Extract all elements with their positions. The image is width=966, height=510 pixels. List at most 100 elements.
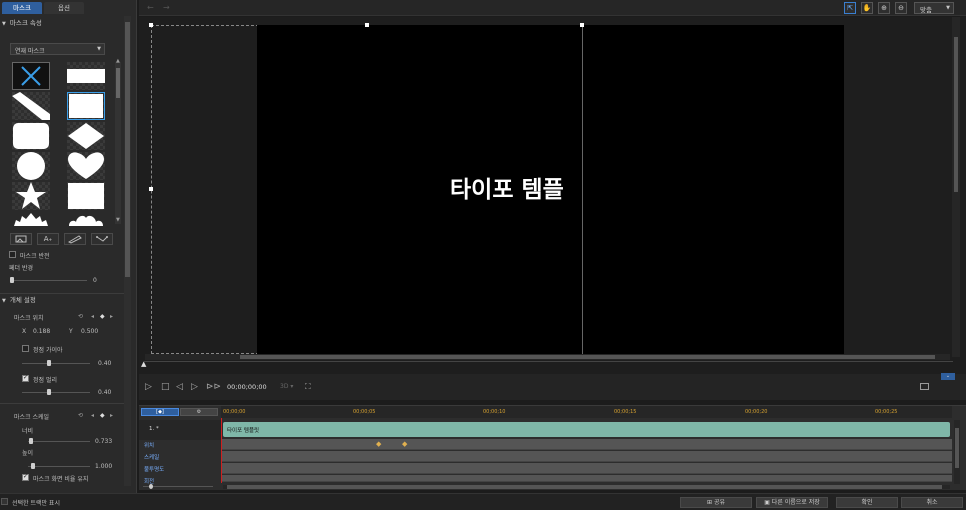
save-as-button[interactable]: ▣ 다른 이름으로 저장 bbox=[756, 497, 828, 508]
preview-canvas[interactable]: 타이포 템플 bbox=[257, 25, 844, 354]
preview-horizontal-scrollbar[interactable] bbox=[145, 354, 950, 360]
settings-button[interactable]: ⚙ bbox=[180, 408, 218, 416]
fast-forward-icon[interactable]: ⊳⊳ bbox=[206, 382, 221, 392]
collapse-icon[interactable]: ⌄ bbox=[941, 373, 955, 380]
resize-handle[interactable] bbox=[365, 23, 369, 27]
snap-checkbox[interactable] bbox=[22, 345, 29, 352]
tab-mask[interactable]: 마스크 bbox=[2, 2, 42, 14]
keyframe-marker[interactable]: ◆ bbox=[402, 440, 407, 448]
resize-handle[interactable] bbox=[580, 23, 584, 27]
keyframe-mode-button[interactable]: [◆] bbox=[141, 408, 179, 416]
next-frame-icon[interactable]: ▷ bbox=[191, 382, 198, 392]
time-ruler[interactable] bbox=[221, 406, 952, 418]
width-slider[interactable] bbox=[28, 441, 90, 442]
mask-shape-star[interactable] bbox=[12, 182, 50, 210]
resize-handle[interactable] bbox=[149, 187, 153, 191]
keyframe-marker[interactable]: ◆ bbox=[376, 440, 381, 448]
timeline-zoom-slider[interactable] bbox=[139, 484, 221, 489]
playhead[interactable] bbox=[221, 418, 222, 483]
prev-keyframe-icon[interactable]: ◂ bbox=[91, 313, 94, 320]
timeline-horizontal-scroll-thumb[interactable] bbox=[227, 485, 942, 489]
keyframe-track-opacity[interactable] bbox=[221, 463, 952, 474]
timeline-scrubber[interactable] bbox=[144, 361, 953, 362]
mask-shape-burst[interactable] bbox=[12, 212, 50, 226]
mask-shape-circle[interactable] bbox=[12, 152, 50, 180]
keyframe-track-scale[interactable] bbox=[221, 451, 952, 462]
import-image-mask-button[interactable] bbox=[10, 233, 32, 245]
next-keyframe-icon[interactable]: ▸ bbox=[110, 412, 113, 419]
scroll-up-icon[interactable]: ▲ bbox=[116, 58, 120, 64]
mask-shape-diamond[interactable] bbox=[67, 122, 105, 150]
reset-icon[interactable]: ⟲ bbox=[78, 313, 83, 320]
vertex-distance-slider-knob[interactable] bbox=[47, 389, 51, 395]
feather-slider[interactable] bbox=[12, 280, 87, 281]
height-slider-knob[interactable] bbox=[31, 463, 35, 469]
add-keyframe-icon[interactable]: ◆ bbox=[100, 313, 105, 320]
stop-icon[interactable]: □ bbox=[161, 382, 170, 392]
mask-shape-rectangle[interactable] bbox=[67, 92, 105, 120]
x-value-field[interactable]: 0.188 bbox=[33, 328, 50, 335]
height-slider[interactable] bbox=[28, 466, 90, 467]
mask-properties-header[interactable]: 마스크 속성 bbox=[2, 18, 122, 29]
share-button[interactable]: ⊞ 공유 bbox=[680, 497, 752, 508]
show-selected-track-checkbox[interactable] bbox=[1, 498, 8, 505]
mask-type-dropdown[interactable]: 연재 마스크 ▼ bbox=[10, 43, 105, 55]
keep-ratio-checkbox[interactable] bbox=[22, 473, 29, 481]
tab-options[interactable]: 옵션 bbox=[44, 2, 84, 14]
prev-frame-icon[interactable]: ◁ bbox=[176, 382, 183, 392]
width-slider-knob[interactable] bbox=[29, 438, 33, 444]
add-keyframe-icon[interactable]: ◆ bbox=[100, 412, 105, 419]
timeline-clip[interactable]: 타이포 템플릿 bbox=[223, 422, 950, 437]
next-keyframe-icon[interactable]: ▸ bbox=[110, 313, 113, 320]
zoom-select[interactable]: 맞춤 ▼ bbox=[914, 2, 954, 14]
left-panel-scrollbar[interactable] bbox=[124, 16, 131, 486]
preview-vertical-scroll-thumb[interactable] bbox=[954, 37, 958, 192]
timeline-vertical-scrollbar[interactable] bbox=[954, 420, 960, 484]
play-icon[interactable]: ▷ bbox=[145, 382, 152, 392]
vertex-distance-checkbox[interactable] bbox=[22, 374, 29, 382]
preview-vertical-scrollbar[interactable] bbox=[952, 17, 960, 357]
mask-shape-strip[interactable] bbox=[67, 62, 105, 90]
fullscreen-icon[interactable]: ⛶ bbox=[305, 382, 311, 392]
snap-slider-knob[interactable] bbox=[47, 360, 51, 366]
select-tool-button[interactable]: ⇱ bbox=[844, 2, 856, 14]
left-panel-scroll-thumb[interactable] bbox=[125, 22, 130, 277]
ok-button[interactable]: 확인 bbox=[836, 497, 898, 508]
shape-grid-scrollbar[interactable] bbox=[115, 62, 121, 224]
timeline-horizontal-scrollbar[interactable] bbox=[223, 485, 950, 489]
redo-icon[interactable]: → bbox=[163, 3, 170, 12]
hand-tool-button[interactable]: ✋ bbox=[861, 2, 873, 14]
undo-icon[interactable]: ← bbox=[147, 3, 154, 12]
timeline-zoom-knob[interactable] bbox=[149, 484, 153, 489]
timeline-scroll-thumb[interactable] bbox=[955, 428, 959, 468]
scroll-down-icon[interactable]: ▼ bbox=[116, 217, 120, 223]
object-settings-header[interactable]: 개체 설정 bbox=[2, 295, 122, 306]
snap-slider[interactable] bbox=[22, 363, 90, 364]
shape-grid-scroll-thumb[interactable] bbox=[116, 68, 120, 98]
cancel-button[interactable]: 취소 bbox=[901, 497, 963, 508]
monitor-icon[interactable] bbox=[920, 383, 929, 390]
keyframe-track-position[interactable] bbox=[221, 439, 952, 450]
resolution-dropdown[interactable]: 3D ▾ bbox=[280, 383, 293, 390]
timecode-display[interactable]: 00;00;00;00 bbox=[227, 383, 267, 391]
mask-shape-diagonal[interactable] bbox=[12, 92, 50, 120]
zoom-out-button[interactable]: ⊖ bbox=[895, 2, 907, 14]
text-mask-button[interactable]: A₊ bbox=[37, 233, 59, 245]
keyframe-track-rotation[interactable] bbox=[221, 475, 952, 482]
mask-shape-heart[interactable] bbox=[67, 152, 105, 180]
feather-slider-knob[interactable] bbox=[10, 277, 14, 283]
invert-mask-checkbox[interactable] bbox=[9, 251, 16, 258]
mask-shape-none[interactable] bbox=[12, 62, 50, 90]
mask-shape-stamp[interactable] bbox=[67, 182, 105, 210]
scrubber-handle-icon[interactable]: ▲ bbox=[141, 360, 146, 368]
preview-horizontal-scroll-thumb[interactable] bbox=[240, 355, 935, 359]
resize-handle[interactable] bbox=[149, 23, 153, 27]
prev-keyframe-icon[interactable]: ◂ bbox=[91, 412, 94, 419]
y-value-field[interactable]: 0.500 bbox=[81, 328, 98, 335]
mask-shape-cloud[interactable] bbox=[67, 212, 105, 226]
brush-mask-button[interactable] bbox=[64, 233, 86, 245]
reset-icon[interactable]: ⟲ bbox=[78, 412, 83, 419]
pen-mask-button[interactable] bbox=[91, 233, 113, 245]
mask-shape-rounded-rect[interactable] bbox=[12, 122, 50, 150]
vertex-distance-slider[interactable] bbox=[22, 392, 90, 393]
